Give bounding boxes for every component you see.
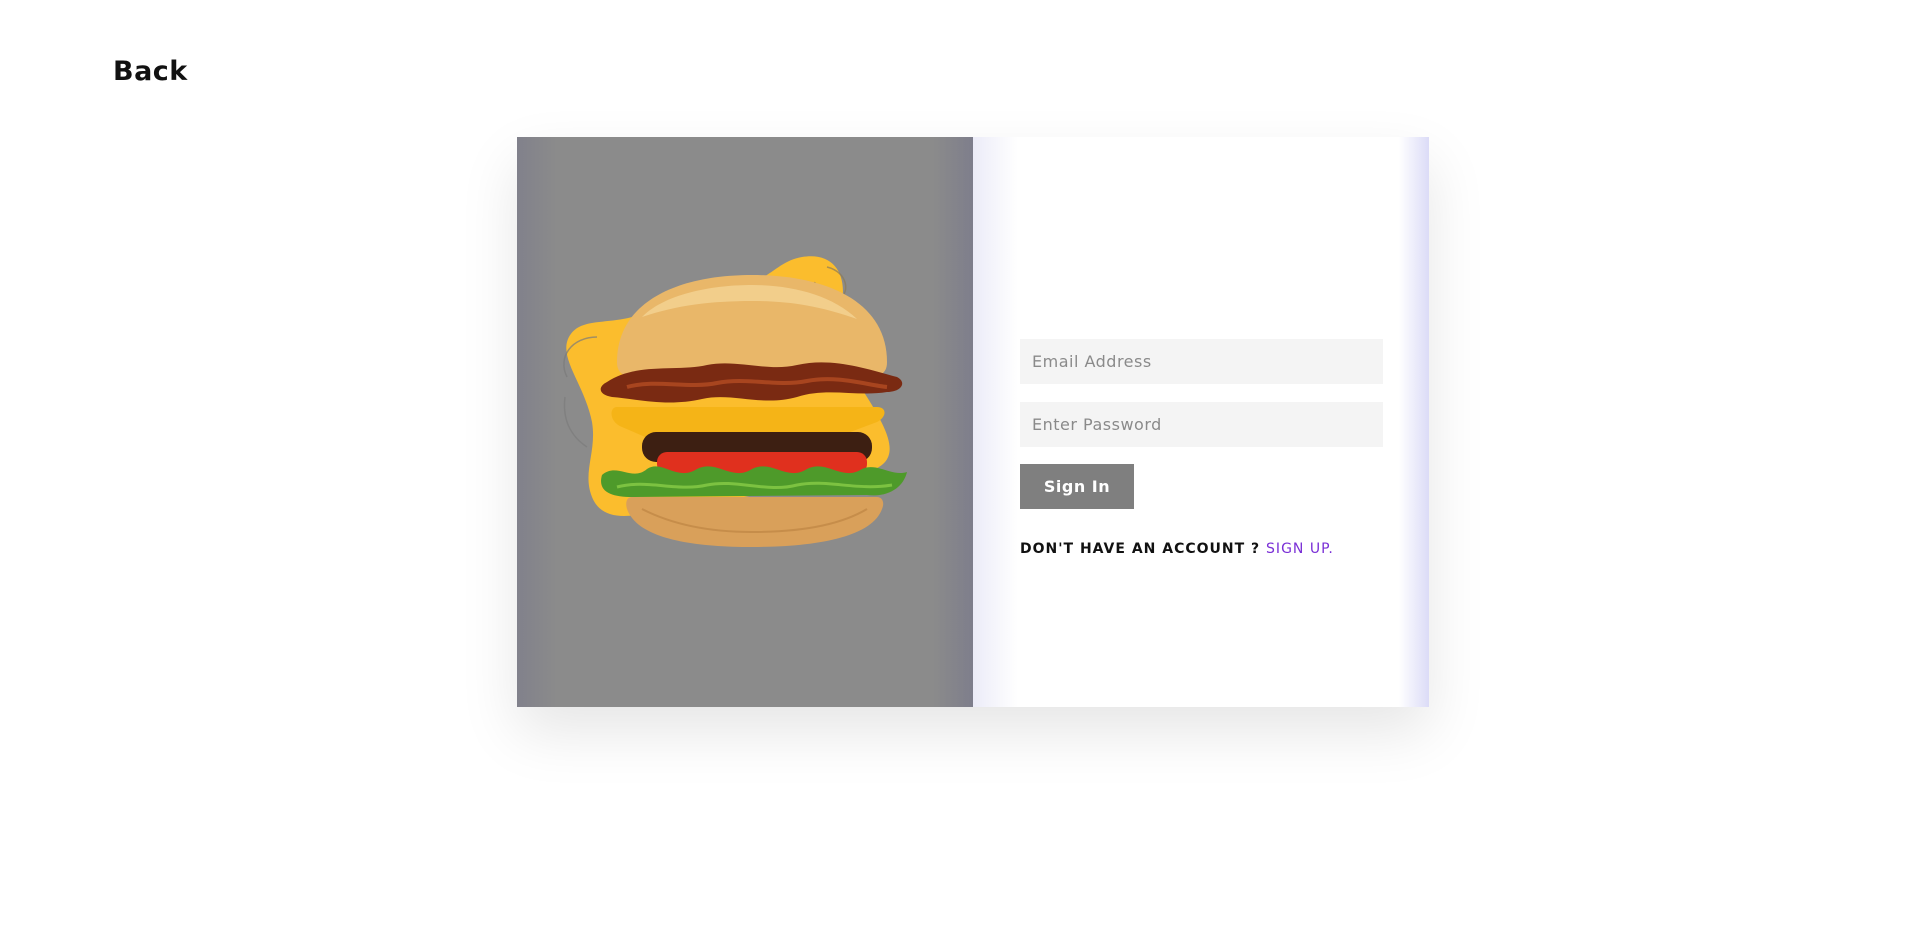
signup-prompt: DON'T HAVE AN ACCOUNT ? SIGN UP. [1020,541,1383,557]
hero-image-panel [517,137,973,707]
sign-up-link[interactable]: SIGN UP. [1266,541,1334,557]
no-account-text: DON'T HAVE AN ACCOUNT ? [1020,541,1261,557]
login-form: Sign In DON'T HAVE AN ACCOUNT ? SIGN UP. [1020,339,1383,557]
password-input[interactable] [1020,402,1383,447]
login-form-panel: Sign In DON'T HAVE AN ACCOUNT ? SIGN UP. [973,137,1429,707]
email-input[interactable] [1020,339,1383,384]
login-card: Sign In DON'T HAVE AN ACCOUNT ? SIGN UP. [517,137,1429,707]
back-link[interactable]: Back [113,56,188,87]
burger-illustration [563,256,907,547]
sign-in-button[interactable]: Sign In [1020,464,1134,509]
